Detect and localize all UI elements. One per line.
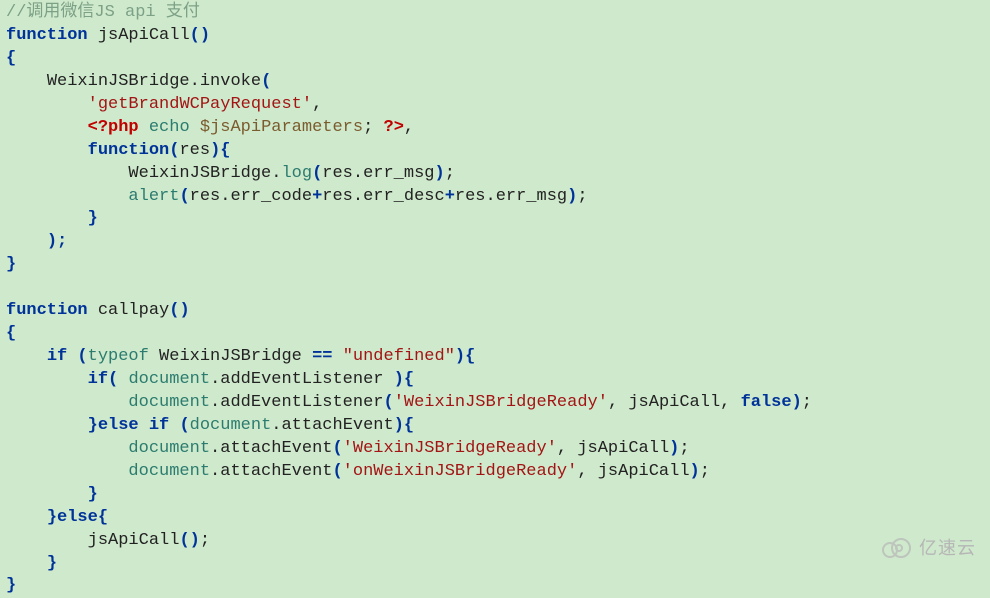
kw-typeof: typeof (88, 347, 149, 366)
kw-else: else (57, 508, 98, 527)
code-block: //调用微信JS api 支付 function jsApiCall() { W… (6, 2, 984, 598)
kw-function: function (88, 141, 170, 160)
cloud-icon (879, 537, 913, 559)
parens: () (190, 26, 210, 45)
kw-if: if (47, 347, 67, 366)
fn-name: callpay (88, 301, 170, 320)
php-close: ?> (384, 118, 404, 137)
php-open: <?php (88, 118, 139, 137)
method-alert: alert (128, 187, 179, 206)
watermark: 亿速云 (879, 536, 976, 560)
brace: { (6, 49, 16, 68)
string: 'getBrandWCPayRequest' (88, 95, 312, 114)
php-var: $jsApiParameters (200, 118, 363, 137)
ident-document: document (128, 370, 210, 389)
kw-elseif: else if (98, 416, 180, 435)
kw-false: false (741, 393, 792, 412)
fn-name: jsApiCall (88, 26, 190, 45)
ident: WeixinJSBridge.invoke (47, 72, 261, 91)
php-echo: echo (139, 118, 200, 137)
kw-function: function (6, 26, 88, 45)
watermark-text: 亿速云 (919, 536, 976, 560)
kw-function: function (6, 301, 88, 320)
comment: //调用微信JS api 支付 (6, 3, 200, 22)
method-log: log (281, 164, 312, 183)
kw-if: if (88, 370, 108, 389)
